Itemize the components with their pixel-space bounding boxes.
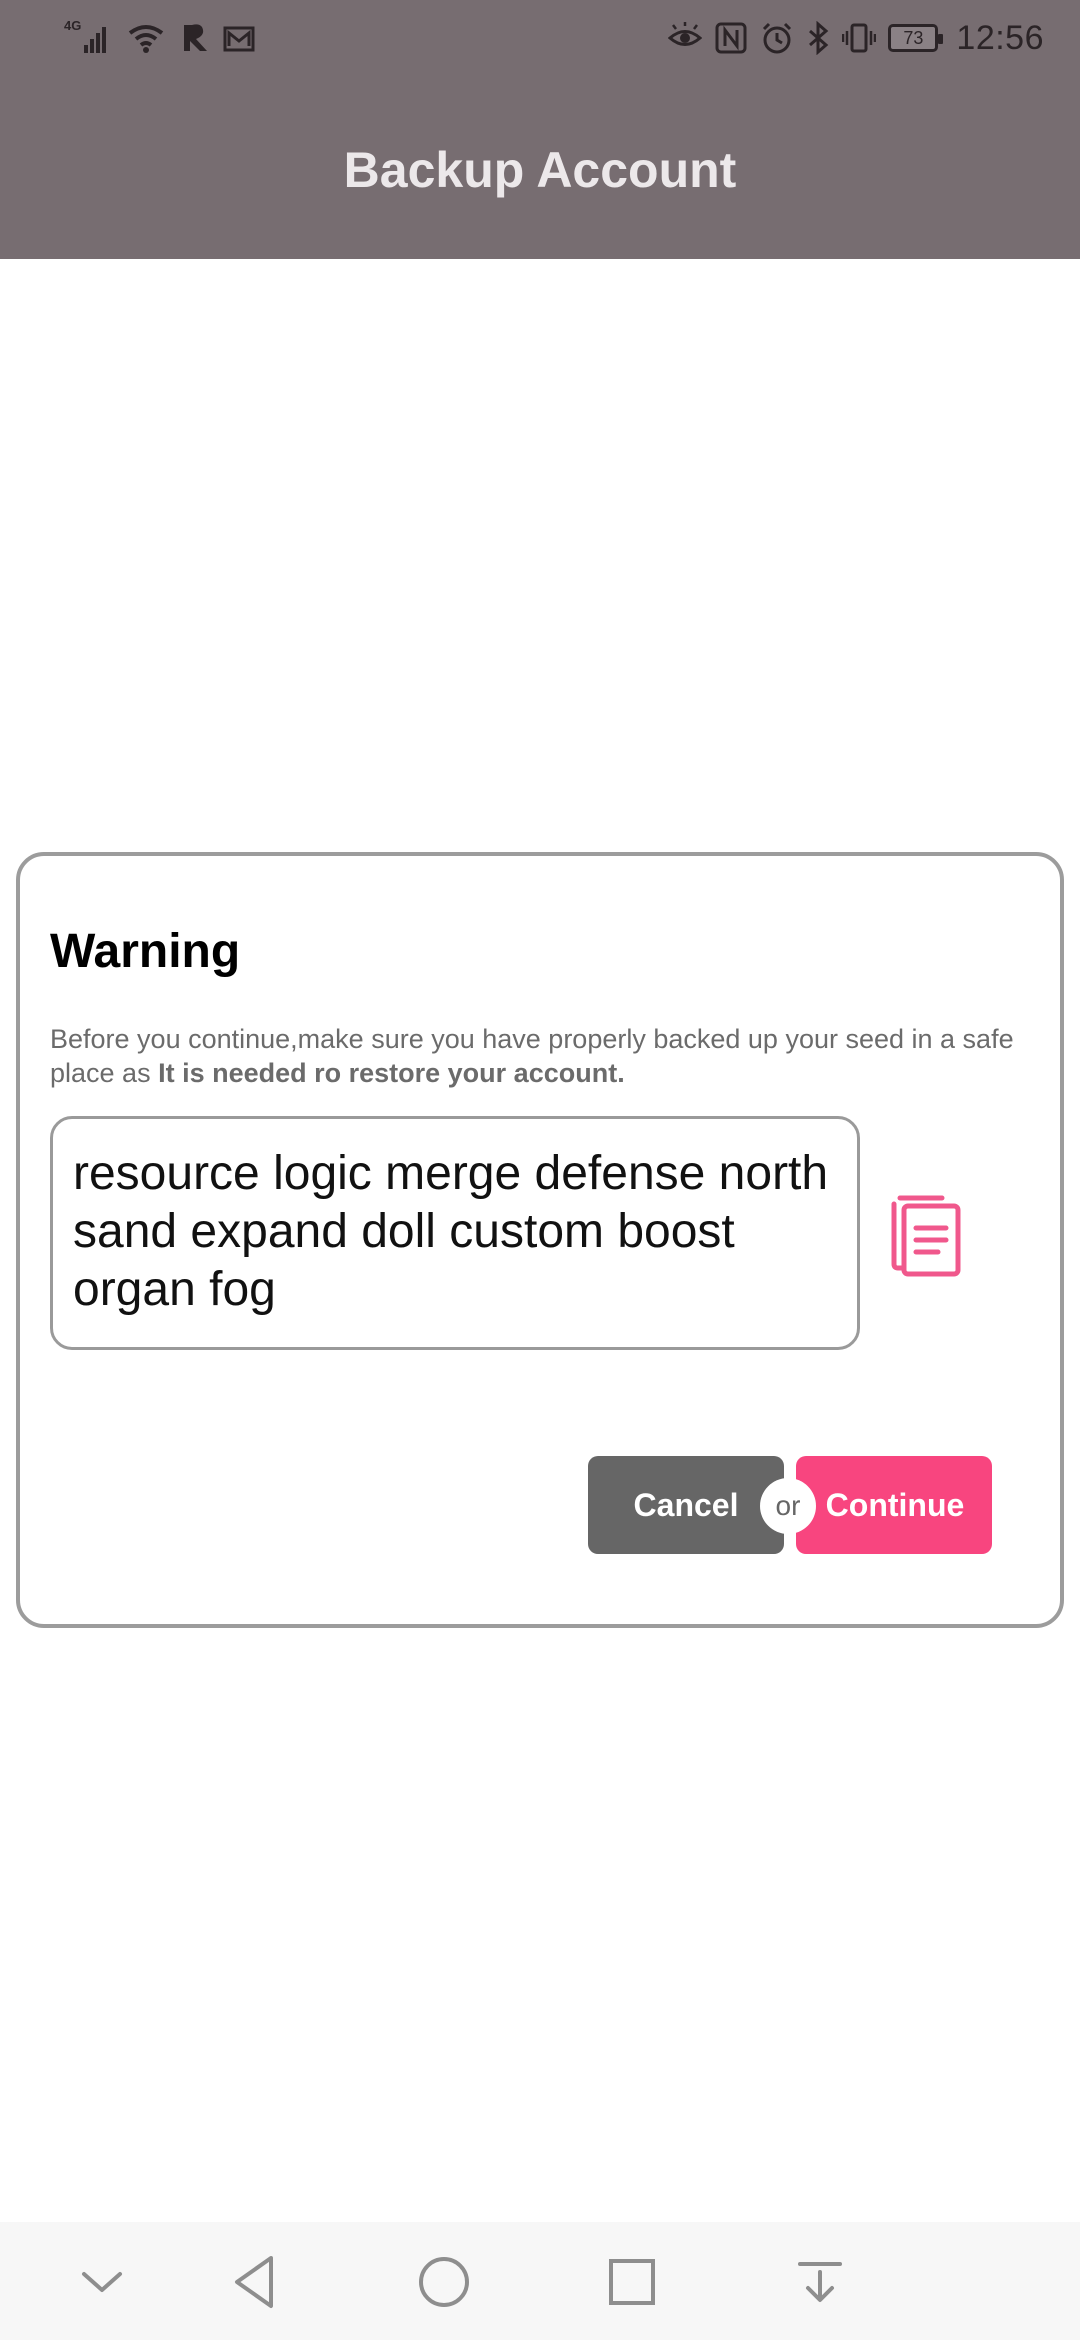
eye-icon	[668, 21, 703, 55]
status-time: 12:56	[956, 18, 1044, 57]
alarm-icon	[760, 21, 794, 55]
status-right: 73 12:56	[668, 14, 1044, 62]
wifi-icon	[126, 21, 166, 55]
warning-dialog: Warning Before you continue,make sure yo…	[16, 852, 1064, 1628]
copy-icon[interactable]	[886, 1194, 966, 1278]
battery-icon: 73	[888, 24, 944, 52]
signal-icon: 4G	[64, 19, 112, 55]
back-icon[interactable]	[225, 2250, 289, 2314]
system-nav-bar	[0, 2222, 1080, 2340]
recents-icon[interactable]	[600, 2250, 664, 2314]
bluetooth-icon	[806, 21, 830, 55]
notification-pull-icon[interactable]	[788, 2250, 852, 2314]
mail-icon	[222, 21, 256, 55]
app-bar: 4G 73 12:56 Backup Account	[0, 0, 1080, 259]
status-left: 4G	[64, 18, 256, 58]
battery-level: 73	[903, 27, 924, 48]
seed-phrase-field[interactable]: resource logic merge defense north sand …	[50, 1116, 860, 1350]
r-app-icon	[180, 21, 208, 55]
or-separator: or	[760, 1478, 816, 1534]
page-title: Backup Account	[343, 142, 737, 198]
dialog-message-bold: It is needed ro restore your account.	[158, 1058, 625, 1088]
nfc-icon	[714, 21, 748, 55]
chevron-down-icon[interactable]	[70, 2250, 134, 2314]
dialog-title: Warning	[50, 925, 241, 978]
home-icon[interactable]	[412, 2250, 476, 2314]
status-bar: 4G 73 12:56	[0, 0, 1080, 76]
dialog-message: Before you continue,make sure you have p…	[50, 1022, 1050, 1090]
vibrate-icon	[842, 21, 877, 55]
cancel-button[interactable]: Cancel	[588, 1456, 784, 1554]
continue-button[interactable]: Continue	[796, 1456, 992, 1554]
